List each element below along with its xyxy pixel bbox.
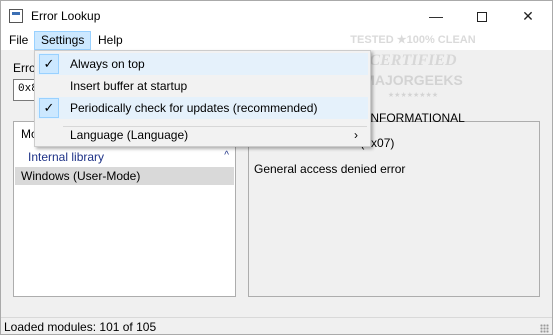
module-row-selected[interactable]: Windows (User-Mode) <box>15 167 234 185</box>
details-panel: 91 35 RITY_INFORMATIONAL N32 (0x07) Gene… <box>248 105 540 297</box>
menu-file[interactable]: File <box>3 31 34 50</box>
app-icon <box>9 9 23 23</box>
chevron-up-icon[interactable]: ^ <box>224 150 229 161</box>
error-message: General access denied error <box>254 162 406 176</box>
watermark-line-3: MAJORGEEKS <box>363 72 463 88</box>
resize-grip-icon[interactable] <box>540 324 549 333</box>
group-label: Internal library <box>28 150 105 164</box>
watermark-line-2: CERTIFIED <box>369 52 457 69</box>
status-bar: Loaded modules: 101 of 105 <box>1 317 552 335</box>
status-text: Loaded modules: 101 of 105 <box>4 320 157 334</box>
checkmark-icon: ✓ <box>39 98 59 118</box>
watermark-stars: ★★★★★★★★ <box>388 91 438 99</box>
watermark-line-1: TESTED ★100% CLEAN <box>350 34 475 46</box>
menu-item-language[interactable]: Language (Language) › <box>37 124 368 146</box>
menu-item-label: Language (Language) <box>70 128 189 142</box>
menu-help[interactable]: Help <box>92 31 129 50</box>
menu-item-label: Insert buffer at startup <box>70 79 188 93</box>
chevron-right-icon: › <box>354 128 358 142</box>
app-window: Error Lookup — ✕ File Settings Help Erro… <box>0 0 553 335</box>
maximize-icon <box>477 12 487 23</box>
menu-settings[interactable]: Settings <box>34 31 92 50</box>
menu-item-insert-buffer[interactable]: Insert buffer at startup <box>37 75 368 97</box>
settings-dropdown: ✓ Always on top Insert buffer at startup… <box>34 50 371 147</box>
title-bar[interactable]: Error Lookup — ✕ <box>1 1 552 31</box>
close-button[interactable]: ✕ <box>505 1 551 31</box>
group-internal-library[interactable]: Internal library ^ <box>28 150 233 166</box>
menu-item-always-on-top[interactable]: ✓ Always on top <box>37 53 368 75</box>
window-title: Error Lookup <box>31 9 101 23</box>
minimize-button[interactable]: — <box>413 1 459 31</box>
maximize-button[interactable] <box>459 1 505 31</box>
menu-item-label: Always on top <box>70 57 145 71</box>
menu-item-label: Periodically check for updates (recommen… <box>70 101 318 115</box>
modules-list[interactable]: Mo Internal library ^ Windows (User-Mode… <box>13 121 236 297</box>
error-code-label: Erro <box>13 61 36 75</box>
menu-item-check-updates[interactable]: ✓ Periodically check for updates (recomm… <box>37 97 368 119</box>
checkmark-icon: ✓ <box>39 54 59 74</box>
